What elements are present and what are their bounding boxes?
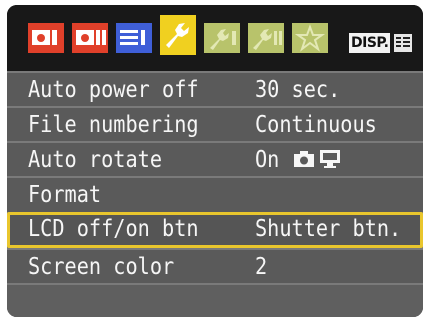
camera-icon — [294, 151, 314, 167]
menu-item-auto-power-off[interactable]: Auto power off 30 sec. — [7, 71, 423, 107]
menu-empty-row — [7, 283, 423, 317]
menu-item-label: Auto power off — [28, 77, 199, 103]
menu-item-screen-color[interactable]: Screen color 2 — [7, 248, 423, 284]
computer-monitor-icon — [320, 150, 340, 168]
my-menu-star-icon — [292, 23, 328, 53]
tab-shooting-1[interactable] — [28, 23, 64, 53]
menu-tab-bar: DISP. — [7, 5, 423, 71]
info-display-icon — [394, 34, 412, 52]
menu-item-value: Continuous — [255, 112, 377, 138]
tab-setup-3[interactable] — [248, 23, 284, 53]
menu-item-lcd-off-on-btn[interactable]: LCD off/on btn Shutter btn. — [7, 212, 423, 248]
menu-item-value: On — [255, 147, 280, 173]
menu-item-label: Auto rotate — [28, 147, 163, 173]
setup-menu-list: Auto power off 30 sec. File numbering Co… — [7, 71, 423, 317]
tab-shooting-2[interactable] — [72, 23, 108, 53]
setup-menu-wrench-icon — [160, 15, 196, 55]
menu-item-value: Shutter btn. — [255, 216, 402, 242]
shooting-menu-2-icon — [72, 23, 108, 53]
menu-item-format[interactable]: Format — [7, 176, 423, 212]
tab-setup-1[interactable] — [160, 15, 196, 55]
menu-item-label: Format — [28, 182, 102, 208]
setup-menu-2-icon — [204, 23, 240, 53]
setup-menu-3-icon — [248, 23, 284, 53]
menu-item-label: Screen color — [28, 254, 175, 280]
menu-item-auto-rotate[interactable]: Auto rotate On — [7, 141, 423, 177]
camera-lcd-screen: DISP. Auto power off 30 sec. File number… — [7, 5, 423, 317]
menu-item-value: 30 sec. — [255, 77, 341, 103]
menu-item-value: 2 — [255, 254, 268, 280]
tab-setup-2[interactable] — [204, 23, 240, 53]
menu-item-file-numbering[interactable]: File numbering Continuous — [7, 106, 423, 142]
disp-button-label: DISP. — [349, 33, 391, 53]
tab-my-menu[interactable] — [292, 23, 328, 53]
menu-item-label: File numbering — [28, 112, 199, 138]
playback-menu-icon — [116, 23, 152, 53]
menu-item-label: LCD off/on btn — [28, 216, 199, 242]
shooting-menu-1-icon — [28, 23, 64, 53]
tab-playback[interactable] — [116, 23, 152, 53]
